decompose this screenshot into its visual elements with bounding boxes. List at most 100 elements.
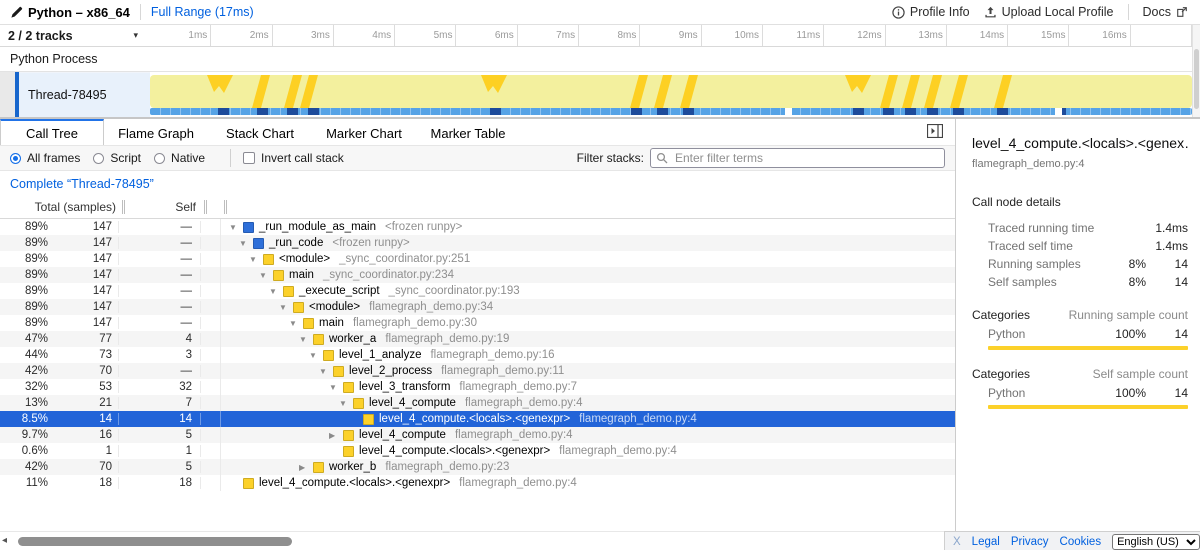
function-name: _execute_script bbox=[299, 285, 380, 297]
thread-activity-graph[interactable] bbox=[150, 72, 1192, 117]
total-percent-cell: 89% bbox=[0, 285, 48, 297]
scrollbar-thumb[interactable] bbox=[1194, 49, 1199, 109]
radio-button[interactable] bbox=[93, 153, 104, 164]
invert-call-stack-checkbox[interactable]: Invert call stack bbox=[243, 151, 344, 165]
tab-flame-graph[interactable]: Flame Graph bbox=[104, 119, 208, 145]
radio-button[interactable] bbox=[10, 153, 21, 164]
table-row[interactable]: 89%147—▼mainflamegraph_demo.py:30 bbox=[0, 315, 955, 331]
twisty-open-icon[interactable]: ▼ bbox=[339, 399, 353, 408]
twisty-closed-icon[interactable]: ▶ bbox=[329, 431, 343, 440]
tab-call-tree[interactable]: Call Tree bbox=[0, 119, 104, 145]
total-samples-cell: 147 bbox=[48, 253, 119, 265]
table-row[interactable]: 44%733▼level_1_analyzeflamegraph_demo.py… bbox=[0, 347, 955, 363]
ruler-tick: 4ms bbox=[334, 25, 395, 46]
filter-stacks-input[interactable] bbox=[650, 148, 945, 168]
tab-marker-table[interactable]: Marker Table bbox=[416, 119, 520, 145]
radio-native[interactable]: Native bbox=[154, 151, 205, 165]
twisty-open-icon[interactable]: ▼ bbox=[229, 223, 243, 232]
self-samples-cell: — bbox=[119, 269, 201, 281]
category-square-icon bbox=[293, 302, 304, 313]
footer-link-cookies[interactable]: Cookies bbox=[1060, 536, 1102, 548]
footer-close-button[interactable]: X bbox=[953, 536, 961, 548]
category-square-icon bbox=[343, 430, 354, 441]
twisty-open-icon[interactable]: ▼ bbox=[279, 303, 293, 312]
table-row[interactable]: 32%5332▼level_3_transformflamegraph_demo… bbox=[0, 379, 955, 395]
tree-cell: level_4_compute.<locals>.<genexpr>flameg… bbox=[221, 477, 955, 489]
breadcrumb-complete-thread[interactable]: Complete “Thread-78495” bbox=[10, 177, 154, 191]
table-row[interactable]: 89%147—▼_execute_script_sync_coordinator… bbox=[0, 283, 955, 299]
scroll-left-arrow-icon[interactable]: ◂ bbox=[2, 536, 7, 546]
function-name: level_3_transform bbox=[359, 381, 450, 393]
file-location: flamegraph_demo.py:30 bbox=[353, 317, 477, 329]
table-row[interactable]: 47%774▼worker_aflamegraph_demo.py:19 bbox=[0, 331, 955, 347]
ruler-tick: 3ms bbox=[273, 25, 334, 46]
radio-button[interactable] bbox=[154, 153, 165, 164]
total-percent-cell: 11% bbox=[0, 477, 48, 489]
category-square-icon bbox=[253, 238, 264, 249]
icon-cell bbox=[201, 347, 221, 363]
sidebar-toggle-button[interactable] bbox=[925, 124, 945, 141]
tracks-vertical-scrollbar[interactable] bbox=[1192, 25, 1200, 117]
profile-info-button[interactable]: Profile Info bbox=[892, 5, 970, 19]
track-python-process[interactable]: Python Process bbox=[0, 47, 1192, 72]
horizontal-scrollbar-thumb[interactable] bbox=[18, 537, 292, 546]
table-row[interactable]: 89%147—▼main_sync_coordinator.py:234 bbox=[0, 267, 955, 283]
total-samples-cell: 16 bbox=[48, 429, 119, 441]
column-header-self[interactable]: Self bbox=[125, 200, 207, 214]
track-thread[interactable]: Thread-78495 bbox=[0, 72, 1192, 117]
ruler-tick: 12ms bbox=[824, 25, 885, 46]
table-row[interactable]: 13%217▼level_4_computeflamegraph_demo.py… bbox=[0, 395, 955, 411]
twisty-open-icon[interactable]: ▼ bbox=[329, 383, 343, 392]
total-samples-cell: 70 bbox=[48, 461, 119, 473]
checkbox-box[interactable] bbox=[243, 152, 255, 164]
twisty-open-icon[interactable]: ▼ bbox=[249, 255, 263, 264]
twisty-open-icon[interactable]: ▼ bbox=[239, 239, 253, 248]
tab-marker-chart[interactable]: Marker Chart bbox=[312, 119, 416, 145]
file-location: flamegraph_demo.py:23 bbox=[385, 461, 509, 473]
category-square-icon bbox=[343, 446, 354, 457]
thread-track-label[interactable]: Thread-78495 bbox=[19, 72, 150, 117]
twisty-open-icon[interactable]: ▼ bbox=[269, 287, 283, 296]
total-percent-cell: 89% bbox=[0, 221, 48, 233]
category-square-icon bbox=[313, 462, 324, 473]
column-header-total[interactable]: Total (samples) bbox=[0, 200, 125, 214]
icon-cell bbox=[201, 331, 221, 347]
timeline-ruler[interactable]: 1ms2ms3ms4ms5ms6ms7ms8ms9ms10ms11ms12ms1… bbox=[150, 25, 1192, 46]
table-row[interactable]: 89%147—▼_run_code<frozen runpy> bbox=[0, 235, 955, 251]
table-row[interactable]: 89%147—▼<module>_sync_coordinator.py:251 bbox=[0, 251, 955, 267]
call-tree: 89%147—▼_run_module_as_main<frozen runpy… bbox=[0, 219, 955, 491]
icon-cell bbox=[201, 251, 221, 267]
table-row[interactable]: 0.6%11level_4_compute.<locals>.<genexpr>… bbox=[0, 443, 955, 459]
ruler-tick: 16ms bbox=[1069, 25, 1130, 46]
language-select[interactable]: English (US) bbox=[1112, 534, 1200, 550]
twisty-open-icon[interactable]: ▼ bbox=[309, 351, 323, 360]
twisty-open-icon[interactable]: ▼ bbox=[299, 335, 313, 344]
footer-link-legal[interactable]: Legal bbox=[972, 536, 1000, 548]
table-row[interactable]: 8.5%1414level_4_compute.<locals>.<genexp… bbox=[0, 411, 955, 427]
category-square-icon bbox=[313, 334, 324, 345]
twisty-open-icon[interactable]: ▼ bbox=[319, 367, 333, 376]
upload-profile-button[interactable]: Upload Local Profile bbox=[984, 5, 1114, 19]
tracks-dropdown[interactable]: 2 / 2 tracks ▾ bbox=[0, 25, 150, 46]
ruler-tick: 1ms bbox=[150, 25, 211, 46]
radio-script[interactable]: Script bbox=[93, 151, 141, 165]
table-row[interactable]: 89%147—▼<module>flamegraph_demo.py:34 bbox=[0, 299, 955, 315]
icon-cell bbox=[201, 395, 221, 411]
radio-all-frames[interactable]: All frames bbox=[10, 151, 80, 165]
table-row[interactable]: 89%147—▼_run_module_as_main<frozen runpy… bbox=[0, 219, 955, 235]
footer-link-privacy[interactable]: Privacy bbox=[1011, 536, 1049, 548]
detail-count: 14 bbox=[1146, 275, 1188, 289]
table-row[interactable]: 11%1818level_4_compute.<locals>.<genexpr… bbox=[0, 475, 955, 491]
table-row[interactable]: 9.7%165▶level_4_computeflamegraph_demo.p… bbox=[0, 427, 955, 443]
edit-profile-name-button[interactable]: Python – x86_64 bbox=[10, 5, 130, 20]
table-row[interactable]: 42%70—▼level_2_processflamegraph_demo.py… bbox=[0, 363, 955, 379]
docs-link[interactable]: Docs bbox=[1143, 5, 1188, 19]
twisty-closed-icon[interactable]: ▶ bbox=[299, 463, 313, 472]
twisty-open-icon[interactable]: ▼ bbox=[259, 271, 273, 280]
radio-label: Script bbox=[110, 151, 141, 165]
tab-stack-chart[interactable]: Stack Chart bbox=[208, 119, 312, 145]
table-row[interactable]: 42%705▶worker_bflamegraph_demo.py:23 bbox=[0, 459, 955, 475]
twisty-open-icon[interactable]: ▼ bbox=[289, 319, 303, 328]
ruler-tick: 10ms bbox=[702, 25, 763, 46]
full-range-button[interactable]: Full Range (17ms) bbox=[151, 5, 254, 19]
